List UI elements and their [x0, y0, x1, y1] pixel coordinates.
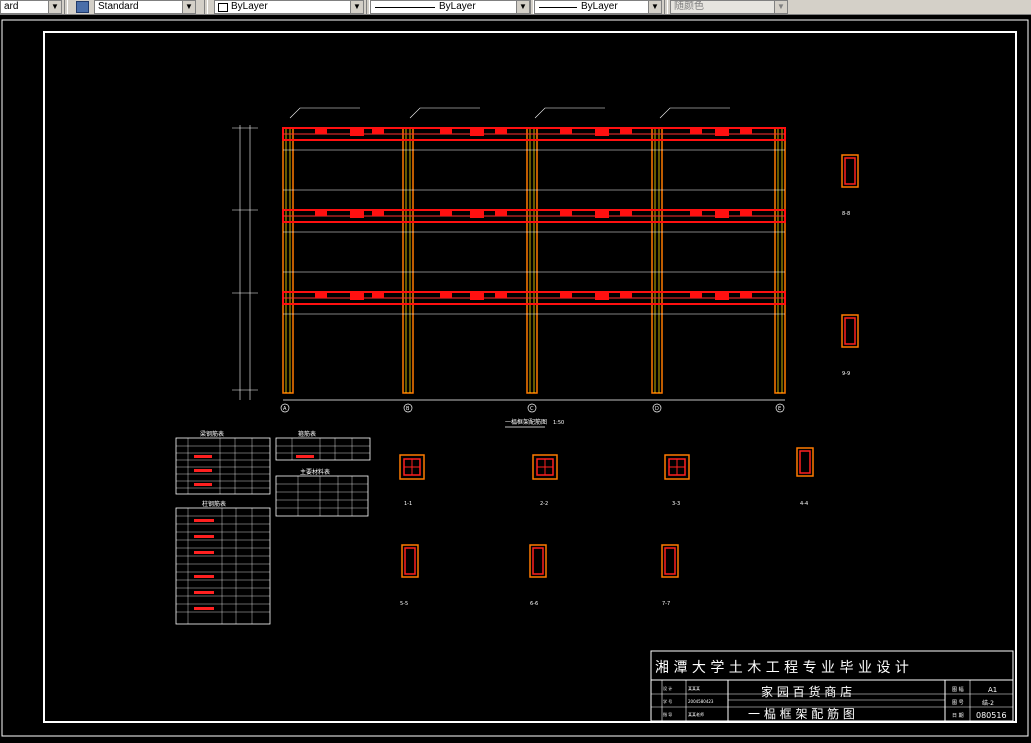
- text-style-value: ard: [4, 1, 19, 12]
- svg-text:梁钢筋表: 梁钢筋表: [200, 430, 224, 438]
- svg-text:6-6: 6-6: [530, 601, 538, 607]
- plot-style-combo[interactable]: 随颜色 ▼: [670, 0, 788, 14]
- chevron-down-icon[interactable]: ▼: [516, 1, 529, 13]
- table-stirrups: 箍筋表: [275, 430, 371, 461]
- column-sections: 1-1 2-2 3-3 4-4: [399, 447, 814, 507]
- toolbar-separator: [64, 0, 68, 14]
- frame-scale: 1:50: [553, 420, 564, 426]
- svg-text:主要材料表: 主要材料表: [300, 468, 330, 476]
- rebar-marks: [315, 129, 752, 300]
- lineweight-combo[interactable]: ByLayer ▼: [534, 0, 662, 14]
- color-value: ByLayer: [231, 1, 268, 12]
- svg-text:5-5: 5-5: [400, 601, 408, 607]
- svg-text:3-3: 3-3: [672, 501, 680, 507]
- axis-label-b: B: [406, 406, 410, 412]
- lineweight-preview: [539, 7, 577, 8]
- chevron-down-icon[interactable]: ▼: [774, 1, 787, 13]
- svg-text:柱钢筋表: 柱钢筋表: [202, 500, 226, 508]
- section-8-8: 8-8: [841, 154, 859, 217]
- svg-text:4-4: 4-4: [800, 501, 808, 507]
- chevron-down-icon[interactable]: ▼: [48, 1, 61, 13]
- properties-toolbar: ard ▼ Standard ▼ ByLayer ▼ ByLayer ▼ ByL…: [0, 0, 1031, 15]
- table-beam-rebar: 梁钢筋表: [175, 430, 271, 495]
- chevron-down-icon[interactable]: ▼: [648, 1, 661, 13]
- svg-text:7-7: 7-7: [662, 601, 670, 607]
- frame-elevation: A B C D E 一榀框架配筋图 1:50: [232, 107, 786, 428]
- size-value: A1: [988, 686, 997, 694]
- table-materials: 主要材料表: [275, 468, 369, 517]
- frame-title: 一榀框架配筋图: [505, 418, 547, 426]
- svg-text:设 计: 设 计: [663, 685, 672, 691]
- number-label: 图 号: [952, 700, 964, 706]
- text-style-combo[interactable]: ard ▼: [0, 0, 62, 14]
- project-name: 家 园 百 货 商 店: [761, 684, 852, 699]
- toolbar-separator: [664, 0, 668, 14]
- svg-text:1-1: 1-1: [404, 501, 412, 507]
- drawing-canvas[interactable]: A B C D E 一榀框架配筋图 1:50 梁钢筋表 柱钢筋表 箍筋表 主要材…: [0, 15, 1031, 743]
- svg-text:9-9: 9-9: [842, 371, 850, 377]
- lineweight-value: ByLayer: [581, 1, 618, 12]
- axis-label-e: E: [778, 406, 781, 412]
- color-swatch-icon: [218, 3, 228, 12]
- date-label: 日 期: [952, 713, 964, 719]
- title-block: 湘 潭 大 学 土 木 工 程 专 业 毕 业 设 计 家 园 百 货 商 店 …: [650, 650, 1014, 722]
- linetype-combo[interactable]: ByLayer ▼: [370, 0, 530, 14]
- svg-text:学 号: 学 号: [663, 698, 672, 704]
- section-4-4: 4-4: [796, 447, 814, 507]
- section-2-2: 2-2: [532, 454, 558, 507]
- chevron-down-icon[interactable]: ▼: [182, 1, 195, 13]
- title-block-header: 湘 潭 大 学 土 木 工 程 专 业 毕 业 设 计: [655, 659, 909, 676]
- section-3-3: 3-3: [664, 454, 690, 507]
- chevron-down-icon[interactable]: ▼: [350, 1, 363, 13]
- section-7-7: 7-7: [661, 544, 679, 607]
- axis-label-a: A: [283, 406, 287, 412]
- table-column-rebar: 柱钢筋表: [175, 500, 271, 625]
- section-6-6: 6-6: [529, 544, 547, 607]
- toolbar-separator: [204, 0, 208, 14]
- dim-style-value: Standard: [98, 1, 139, 12]
- size-label: 图 幅: [952, 686, 964, 693]
- section-1-1: 1-1: [399, 454, 425, 507]
- svg-text:指 导: 指 导: [663, 711, 672, 717]
- svg-text:箍筋表: 箍筋表: [298, 430, 316, 438]
- svg-text:2-2: 2-2: [540, 501, 548, 507]
- axis-label-d: D: [655, 406, 659, 412]
- color-combo[interactable]: ByLayer ▼: [214, 0, 364, 14]
- dimension-style-icon[interactable]: [76, 1, 89, 13]
- svg-text:某某某: 某某某: [688, 685, 700, 691]
- svg-text:某某老师: 某某老师: [688, 711, 704, 717]
- svg-text:8-8: 8-8: [842, 211, 850, 217]
- date-value: 080516: [976, 711, 1007, 720]
- section-5-5: 5-5: [400, 544, 419, 607]
- dim-style-combo[interactable]: Standard ▼: [94, 0, 196, 14]
- plot-style-value: 随颜色: [674, 1, 704, 12]
- axis-label-c: C: [530, 406, 534, 412]
- drawing-name: 一 榀 框 架 配 筋 图: [748, 706, 855, 721]
- linetype-preview: [375, 7, 435, 8]
- section-9-9: 9-9: [841, 314, 859, 377]
- number-value: 结-2: [982, 699, 994, 707]
- linetype-value: ByLayer: [439, 1, 476, 12]
- svg-text:2004580423: 2004580423: [688, 699, 714, 704]
- columns: [282, 127, 786, 394]
